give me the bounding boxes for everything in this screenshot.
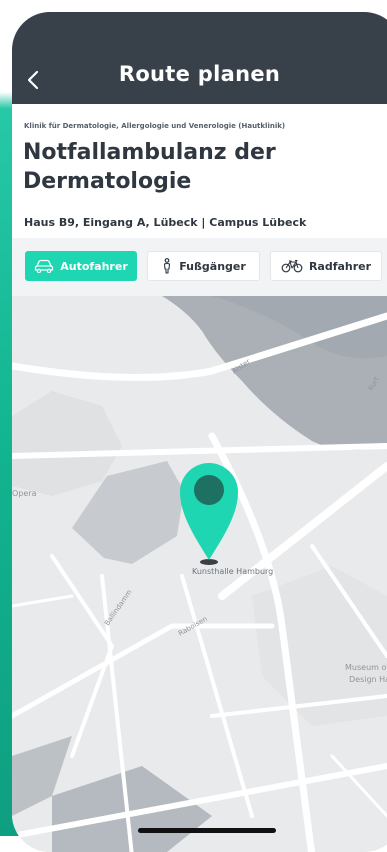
app-header: Route planen	[12, 12, 387, 104]
map-canvas: Alster Opera Kunsthalle Hamburg Ballinda…	[12, 296, 387, 852]
mode-car-button[interactable]: Autofahrer	[25, 251, 137, 281]
pedestrian-icon	[164, 258, 171, 274]
map-label-museum-2: Design Ham	[349, 675, 387, 684]
mode-bicycle-button[interactable]: Radfahrer	[270, 251, 382, 281]
destination-title: Notfallambulanz der Dermatologie	[23, 140, 276, 194]
destination-address: Haus B9, Eingang A, Lübeck | Campus Lübe…	[24, 216, 307, 229]
bicycle-icon	[281, 259, 303, 273]
map-label-opera: Opera	[12, 489, 37, 498]
mode-bicycle-label: Radfahrer	[308, 259, 372, 273]
home-indicator	[138, 828, 276, 833]
phone-screen: Route planen Klinik für Dermatologie, Al…	[12, 12, 387, 852]
map-label-museum-1: Museum of A	[345, 663, 387, 672]
mode-pedestrian-button[interactable]: Fußgänger	[147, 251, 260, 281]
car-icon	[35, 259, 54, 273]
mode-pedestrian-label: Fußgänger	[179, 259, 246, 273]
mode-car-label: Autofahrer	[60, 259, 128, 273]
travel-mode-bar: Autofahrer Fußgänger Radfahrer	[12, 238, 387, 296]
page-title: Route planen	[118, 62, 281, 86]
map-label-kunsthalle: Kunsthalle Hamburg	[192, 567, 273, 576]
clinic-name: Klinik für Dermatologie, Allergologie un…	[24, 122, 286, 130]
destination-info: Klinik für Dermatologie, Allergologie un…	[12, 104, 387, 238]
map-view[interactable]: Alster Opera Kunsthalle Hamburg Ballinda…	[12, 296, 387, 852]
